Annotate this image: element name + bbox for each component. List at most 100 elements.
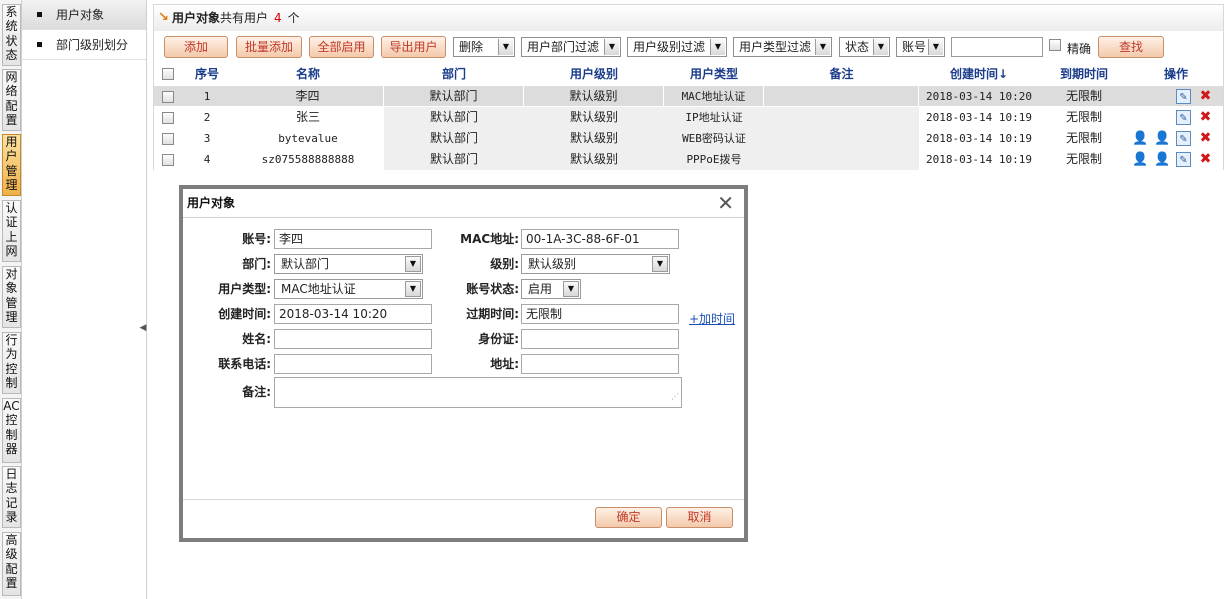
expire-label: 过期时间: [466, 307, 519, 321]
batch-add-button[interactable]: 批量添加 [236, 36, 302, 58]
cell-expire: 无限制 [1065, 131, 1102, 145]
mac-field[interactable]: 00-1A-3C-88-6F-01 [521, 229, 679, 249]
level-filter-select[interactable]: 用户级别过滤 ▼ [627, 37, 727, 57]
subnav-item-dept-level[interactable]: 部门级别划分 [22, 30, 146, 60]
select-all-checkbox[interactable] [162, 68, 174, 80]
nav-tab-auth-access[interactable]: 认证上网 [2, 200, 21, 262]
arrow-icon: ↘ [158, 10, 169, 25]
cell-level: 默认级别 [524, 149, 664, 170]
cell-name: 李四 [232, 86, 384, 107]
col-header-actions: 操作 [1163, 67, 1188, 81]
delete-x-icon[interactable]: ✖ [1198, 89, 1213, 104]
address-field[interactable] [521, 354, 679, 374]
account-select-label: 账号 [902, 40, 927, 54]
name-field[interactable] [274, 329, 432, 349]
remove-user-icon[interactable]: 👤 [1154, 131, 1170, 146]
exact-match-checkbox[interactable] [1049, 39, 1061, 51]
nav-tab-user-management[interactable]: 用户管理 [2, 134, 21, 196]
cell-level: 默认级别 [524, 128, 664, 149]
search-button[interactable]: 查找 [1098, 36, 1164, 58]
row-checkbox[interactable] [162, 112, 174, 124]
col-header-type[interactable]: 用户类型 [664, 63, 764, 85]
resize-handle-icon[interactable]: ⋰ [671, 388, 679, 406]
cell-dept: 默认部门 [384, 107, 524, 128]
nav-tab-system-status[interactable]: 系统状态 [2, 4, 21, 66]
chevron-down-icon: ▼ [405, 281, 421, 297]
row-checkbox[interactable] [162, 133, 174, 145]
table-row[interactable]: 2 张三 默认部门 默认级别 IP地址认证 2018-03-14 10:19 无… [154, 107, 1223, 128]
add-user-icon[interactable]: 👤 [1132, 131, 1148, 146]
cell-type: WEB密码认证 [664, 128, 764, 149]
nav-tab-ac-controller[interactable]: AC控制器 [2, 398, 21, 463]
dept-filter-select[interactable]: 用户部门过滤 ▼ [521, 37, 621, 57]
export-users-button[interactable]: 导出用户 [381, 36, 446, 58]
delete-select[interactable]: 删除 ▼ [453, 37, 515, 57]
sub-nav: 用户对象 部门级别划分 [22, 0, 147, 599]
nav-tab-log-records[interactable]: 日志记录 [2, 466, 21, 528]
user-object-dialog: 用户对象 ✕ 账号: 李四 MAC地址: 00-1A-3C-88-6F-01 部… [179, 185, 748, 542]
cell-no: 1 [203, 90, 211, 103]
col-header-expire[interactable]: 到期时间 [1039, 63, 1129, 85]
cell-created: 2018-03-14 10:19 [926, 153, 1032, 166]
phone-field[interactable] [274, 354, 432, 374]
created-field[interactable]: 2018-03-14 10:20 [274, 304, 432, 324]
enable-all-button[interactable]: 全部启用 [309, 36, 374, 58]
cancel-button[interactable]: 取消 [666, 507, 733, 528]
type-filter-select[interactable]: 用户类型过滤 ▼ [733, 37, 832, 57]
subnav-item-user-objects[interactable]: 用户对象 [22, 0, 146, 30]
table-row[interactable]: 4 sz075588888888 默认部门 默认级别 PPPoE拨号 2018-… [154, 149, 1223, 170]
pencil-icon[interactable]: ✎ [1176, 152, 1191, 167]
chevron-down-icon: ▼ [498, 39, 513, 55]
subnav-label: 用户对象 [56, 8, 105, 22]
table-row[interactable]: 1 李四 默认部门 默认级别 MAC地址认证 2018-03-14 10:20 … [154, 86, 1223, 107]
expire-field[interactable]: 无限制 [521, 304, 679, 324]
col-header-level[interactable]: 用户级别 [524, 63, 664, 85]
usertype-select[interactable]: MAC地址认证 ▼ [274, 279, 423, 299]
dept-select[interactable]: 默认部门 ▼ [274, 254, 423, 274]
row-checkbox[interactable] [162, 91, 174, 103]
add-user-icon[interactable]: 👤 [1132, 152, 1148, 167]
account-select[interactable]: 账号 ▼ [896, 37, 945, 57]
chevron-down-icon: ▼ [815, 39, 830, 55]
toolbar: 添加 批量添加 全部启用 导出用户 删除 ▼ 用户部门过滤 ▼ 用户级别过滤 ▼ 用户… [164, 36, 1214, 58]
table-header: 序号 名称 部门 用户级别 用户类型 备注 创建时间↓ 到期时间 操作 [154, 63, 1223, 85]
type-filter-label: 用户类型过滤 [739, 40, 812, 54]
status-select[interactable]: 启用 ▼ [521, 279, 581, 299]
pencil-icon[interactable]: ✎ [1176, 110, 1191, 125]
level-select[interactable]: 默认级别 ▼ [521, 254, 670, 274]
nav-tab-network-config[interactable]: 网络配置 [2, 69, 21, 131]
col-header-note[interactable]: 备注 [764, 63, 919, 85]
pencil-icon[interactable]: ✎ [1176, 131, 1191, 146]
delete-x-icon[interactable]: ✖ [1198, 152, 1213, 167]
search-input[interactable] [951, 37, 1043, 57]
status-select[interactable]: 状态 ▼ [839, 37, 890, 57]
nav-tab-behavior-control[interactable]: 行为控制 [2, 332, 21, 394]
add-button[interactable]: 添加 [164, 36, 228, 58]
delete-x-icon[interactable]: ✖ [1198, 110, 1213, 125]
close-icon[interactable]: ✕ [717, 192, 734, 214]
col-header-dept[interactable]: 部门 [384, 63, 524, 85]
collapse-arrow-icon[interactable]: ◀ [139, 320, 147, 336]
usertype-select-value: MAC地址认证 [281, 282, 356, 296]
nav-tab-advanced-config[interactable]: 高级配置 [2, 532, 21, 596]
confirm-button[interactable]: 确定 [595, 507, 662, 528]
idcard-field[interactable] [521, 329, 679, 349]
remove-user-icon[interactable]: 👤 [1154, 152, 1170, 167]
account-field[interactable]: 李四 [274, 229, 432, 249]
pencil-icon[interactable]: ✎ [1176, 89, 1191, 104]
level-filter-label: 用户级别过滤 [633, 40, 706, 54]
delete-x-icon[interactable]: ✖ [1198, 131, 1213, 146]
nav-tab-object-management[interactable]: 对象管理 [2, 266, 21, 328]
level-select-value: 默认级别 [528, 257, 577, 271]
col-header-created[interactable]: 创建时间↓ [919, 63, 1039, 85]
cell-type: IP地址认证 [664, 107, 764, 128]
note-textarea[interactable]: ⋰ [274, 377, 682, 408]
col-header-name[interactable]: 名称 [232, 63, 384, 85]
add-time-link[interactable]: +加时间 [689, 310, 735, 327]
user-object-panel: ↘ 用户对象共有用户 4 个 添加 批量添加 全部启用 导出用户 删除 ▼ 用户部门过… [153, 4, 1224, 170]
chevron-down-icon: ▼ [873, 39, 888, 55]
phone-label: 联系电话: [218, 357, 271, 371]
table-row[interactable]: 3 bytevalue 默认部门 默认级别 WEB密码认证 2018-03-14… [154, 128, 1223, 149]
row-checkbox[interactable] [162, 154, 174, 166]
col-header-no[interactable]: 序号 [182, 63, 232, 85]
